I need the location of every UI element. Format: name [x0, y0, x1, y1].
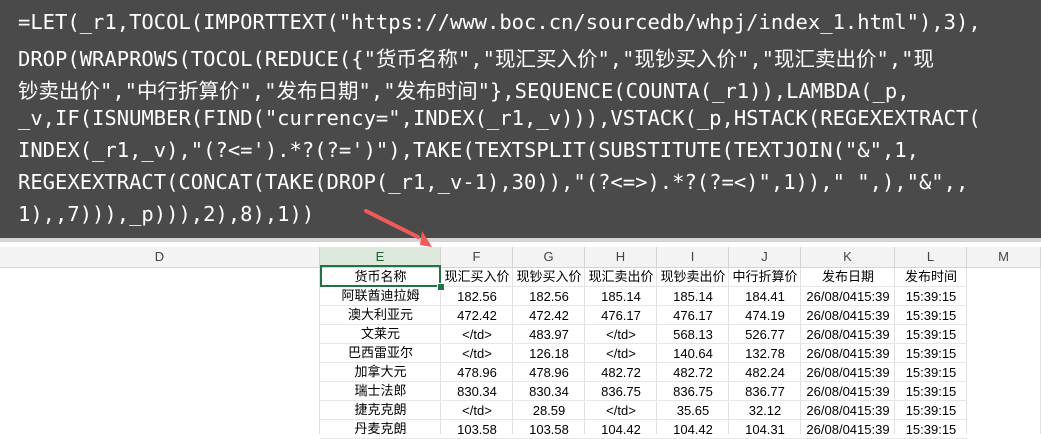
table-cell[interactable]: 捷克克朗 — [320, 401, 441, 420]
formula-line: _v,IF(ISNUMBER(FIND("currency=",INDEX(_r… — [18, 106, 981, 130]
grid-column — [0, 268, 320, 434]
table-cell[interactable]: 26/08/0415:39 — [801, 287, 895, 306]
table-cell[interactable]: 巴西雷亚尔 — [320, 344, 441, 363]
table-header-cell[interactable]: 现汇买入价 — [441, 268, 513, 287]
formula-line: 钞卖出价","中行折算价","发布日期","发布时间"},SEQUENCE(CO… — [18, 79, 910, 103]
table-cell[interactable]: 15:39:15 — [895, 306, 967, 325]
table-cell[interactable]: 836.77 — [729, 382, 801, 401]
table-cell[interactable]: 830.34 — [441, 382, 513, 401]
table-cell[interactable]: 836.75 — [585, 382, 657, 401]
table-cell[interactable]: 15:39:15 — [895, 382, 967, 401]
table-cell[interactable]: 482.72 — [657, 363, 729, 382]
table-cell[interactable]: 182.56 — [513, 287, 585, 306]
table-cell[interactable]: 474.19 — [729, 306, 801, 325]
table-cell[interactable]: 476.17 — [657, 306, 729, 325]
table-cell[interactable]: 15:39:15 — [895, 401, 967, 420]
table-cell[interactable]: 26/08/0415:39 — [801, 401, 895, 420]
table-cell[interactable]: 472.42 — [513, 306, 585, 325]
table-cell[interactable]: 126.18 — [513, 344, 585, 363]
table-cell[interactable]: 104.42 — [657, 420, 729, 439]
table-cell[interactable]: 加拿大元 — [320, 363, 441, 382]
table-cell[interactable]: 26/08/0415:39 — [801, 363, 895, 382]
table-cell[interactable]: </td> — [441, 325, 513, 344]
column-header-m[interactable]: M — [967, 247, 1041, 267]
formula-line: INDEX(_r1,_v),"(?<=').*?(?=')"),TAKE(TEX… — [18, 138, 919, 162]
table-cell[interactable]: 28.59 — [513, 401, 585, 420]
column-header-i[interactable]: I — [657, 247, 729, 267]
column-header-g[interactable]: G — [513, 247, 585, 267]
table-cell[interactable]: 104.42 — [585, 420, 657, 439]
table-cell[interactable]: 阿联酋迪拉姆 — [320, 287, 441, 306]
column-header-l[interactable]: L — [895, 247, 967, 267]
table-cell[interactable]: 文莱元 — [320, 325, 441, 344]
table-cell[interactable]: 瑞士法郎 — [320, 382, 441, 401]
column-header-k[interactable]: K — [801, 247, 895, 267]
column-header-f[interactable]: F — [441, 247, 513, 267]
table-cell[interactable]: 104.31 — [729, 420, 801, 439]
table-cell[interactable]: </td> — [441, 344, 513, 363]
table-cell[interactable]: 澳大利亚元 — [320, 306, 441, 325]
table-cell[interactable]: 568.13 — [657, 325, 729, 344]
table-cell[interactable]: 185.14 — [585, 287, 657, 306]
table-cell[interactable]: 103.58 — [513, 420, 585, 439]
table-cell[interactable]: </td> — [585, 325, 657, 344]
table-cell[interactable]: 26/08/0415:39 — [801, 382, 895, 401]
table-cell[interactable]: 478.96 — [513, 363, 585, 382]
column-header-j[interactable]: J — [729, 247, 801, 267]
table-cell[interactable]: 140.64 — [657, 344, 729, 363]
table-cell[interactable]: 836.75 — [657, 382, 729, 401]
table-header-cell[interactable]: 现钞卖出价 — [657, 268, 729, 287]
table-cell[interactable]: 830.34 — [513, 382, 585, 401]
table-header-cell[interactable]: 中行折算价 — [729, 268, 801, 287]
formula-bar-divider — [0, 238, 1041, 242]
column-header-h[interactable]: H — [585, 247, 657, 267]
table-cell[interactable]: 26/08/0415:39 — [801, 325, 895, 344]
table-cell[interactable]: </td> — [585, 401, 657, 420]
table-cell[interactable]: 483.97 — [513, 325, 585, 344]
red-arrow-annotation — [364, 209, 432, 247]
fill-handle[interactable] — [437, 283, 445, 291]
table-header-cell[interactable]: 现钞买入价 — [513, 268, 585, 287]
sheet-grid[interactable]: 货币名称 现汇买入价 现钞买入价 现汇卖出价 现钞卖出价 中行折算价 发布日期 发布时间 阿联酋… — [0, 268, 1041, 439]
table-cell[interactable]: 184.41 — [729, 287, 801, 306]
table-cell[interactable]: 482.24 — [729, 363, 801, 382]
table-cell[interactable]: 15:39:15 — [895, 420, 967, 439]
column-header-row: D E F G H I J K L M — [0, 247, 1041, 268]
formula-line: DROP(WRAPROWS(TOCOL(REDUCE({"货币名称","现汇买入… — [18, 47, 935, 71]
table-cell[interactable]: 15:39:15 — [895, 325, 967, 344]
active-cell-selection[interactable] — [320, 265, 441, 287]
table-header-cell[interactable]: 发布日期 — [801, 268, 895, 287]
formula-line: =LET(_r1,TOCOL(IMPORTTEXT("https://www.b… — [18, 10, 981, 34]
formula-line: REGEXEXTRACT(CONCAT(TAKE(DROP(_r1,_v-1),… — [18, 170, 969, 194]
table-cell[interactable]: 26/08/0415:39 — [801, 306, 895, 325]
table-cell[interactable]: 15:39:15 — [895, 287, 967, 306]
table-cell[interactable]: 476.17 — [585, 306, 657, 325]
table-cell[interactable]: 26/08/0415:39 — [801, 420, 895, 439]
table-cell[interactable]: 15:39:15 — [895, 363, 967, 382]
table-cell[interactable]: 182.56 — [441, 287, 513, 306]
column-header-d[interactable]: D — [0, 247, 320, 267]
table-header-cell[interactable]: 现汇卖出价 — [585, 268, 657, 287]
table-cell[interactable]: </td> — [441, 401, 513, 420]
table-cell[interactable]: 132.78 — [729, 344, 801, 363]
table-cell[interactable]: 526.77 — [729, 325, 801, 344]
table-cell[interactable]: 丹麦克朗 — [320, 420, 441, 439]
table-cell[interactable]: 15:39:15 — [895, 344, 967, 363]
table-header-cell[interactable]: 发布时间 — [895, 268, 967, 287]
grid-column — [967, 268, 1041, 434]
formula-line: 1),,7))),_p))),2),8),1)) — [18, 202, 315, 226]
table-cell[interactable]: </td> — [585, 344, 657, 363]
table-cell[interactable]: 482.72 — [585, 363, 657, 382]
table-cell[interactable]: 185.14 — [657, 287, 729, 306]
table-cell[interactable]: 35.65 — [657, 401, 729, 420]
table-cell[interactable]: 103.58 — [441, 420, 513, 439]
table-cell[interactable]: 26/08/0415:39 — [801, 344, 895, 363]
table-cell[interactable]: 472.42 — [441, 306, 513, 325]
table-cell[interactable]: 478.96 — [441, 363, 513, 382]
formula-bar[interactable]: =LET(_r1,TOCOL(IMPORTTEXT("https://www.b… — [0, 0, 1041, 240]
table-cell[interactable]: 32.12 — [729, 401, 801, 420]
